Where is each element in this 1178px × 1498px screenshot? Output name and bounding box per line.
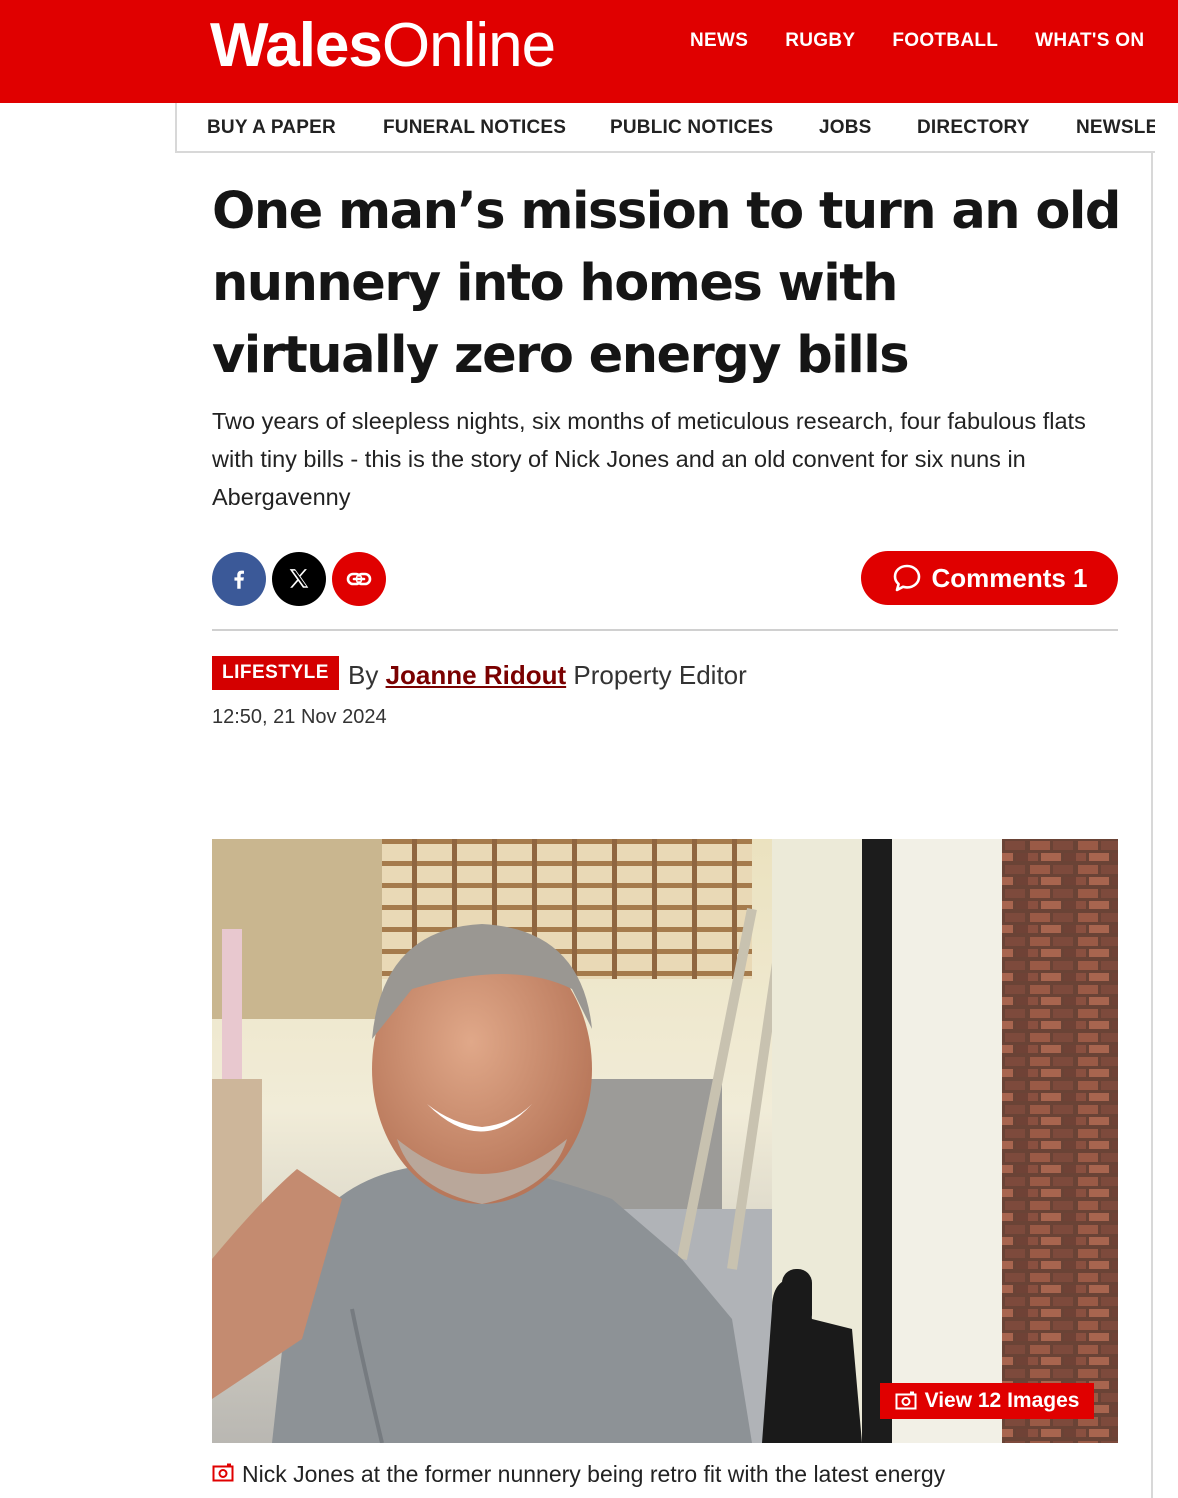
comments-label: Comments 1	[931, 562, 1088, 593]
link-icon	[346, 572, 372, 586]
sub-nav: BUY A PAPER FUNERAL NOTICES PUBLIC NOTIC…	[175, 103, 1155, 153]
site-header: WalesOnline NEWS RUGBY FOOTBALL WHAT'S O…	[0, 0, 1178, 103]
subnav-newsletters[interactable]: NEWSLETTERS	[1076, 117, 1155, 139]
image-caption: Nick Jones at the former nunnery being r…	[212, 1461, 1132, 1489]
article-hero-image[interactable]	[212, 839, 1118, 1443]
byline-prefix: By	[348, 660, 379, 690]
speech-bubble-icon	[894, 564, 921, 592]
share-facebook-button[interactable]	[212, 552, 266, 606]
subnav-jobs[interactable]: JOBS	[819, 117, 872, 139]
view-gallery-button[interactable]: View 12 Images	[880, 1383, 1094, 1419]
article-timestamp: 12:50, 21 Nov 2024	[212, 706, 387, 728]
main-nav: NEWS RUGBY FOOTBALL WHAT'S ON M	[690, 30, 1178, 52]
author-role: Property Editor	[573, 660, 747, 690]
subnav-directory[interactable]: DIRECTORY	[917, 117, 1030, 139]
site-logo[interactable]: WalesOnline	[210, 6, 556, 86]
logo-light: Online	[381, 11, 556, 80]
nav-news[interactable]: NEWS	[690, 30, 748, 52]
share-x-button[interactable]	[272, 552, 326, 606]
gallery-label: View 12 Images	[924, 1389, 1080, 1412]
copy-link-button[interactable]	[332, 552, 386, 606]
logo-bold: Wales	[210, 11, 383, 80]
subnav-public-notices[interactable]: PUBLIC NOTICES	[610, 117, 773, 139]
camera-icon	[212, 1462, 234, 1489]
article-standfirst: Two years of sleepless nights, six month…	[212, 408, 1086, 510]
hero-photo-illustration	[212, 839, 1118, 1443]
byline: By Joanne Ridout Property Editor	[348, 660, 747, 691]
content-border	[1151, 151, 1153, 1498]
x-icon	[289, 569, 309, 588]
comments-button[interactable]: Comments 1	[861, 551, 1118, 605]
facebook-icon	[234, 570, 244, 589]
author-link[interactable]: Joanne Ridout	[386, 660, 567, 690]
meta-divider	[212, 629, 1118, 631]
subnav-buy-a-paper[interactable]: BUY A PAPER	[207, 117, 336, 139]
nav-rugby[interactable]: RUGBY	[785, 30, 855, 52]
caption-text: Nick Jones at the former nunnery being r…	[242, 1461, 946, 1487]
category-badge[interactable]: LIFESTYLE	[212, 656, 339, 690]
nav-football[interactable]: FOOTBALL	[892, 30, 998, 52]
article-headline: One man’s mission to turn an old nunnery…	[212, 182, 1121, 385]
nav-whats-on[interactable]: WHAT'S ON	[1035, 30, 1144, 52]
camera-icon	[895, 1391, 917, 1410]
subnav-funeral-notices[interactable]: FUNERAL NOTICES	[383, 117, 566, 139]
